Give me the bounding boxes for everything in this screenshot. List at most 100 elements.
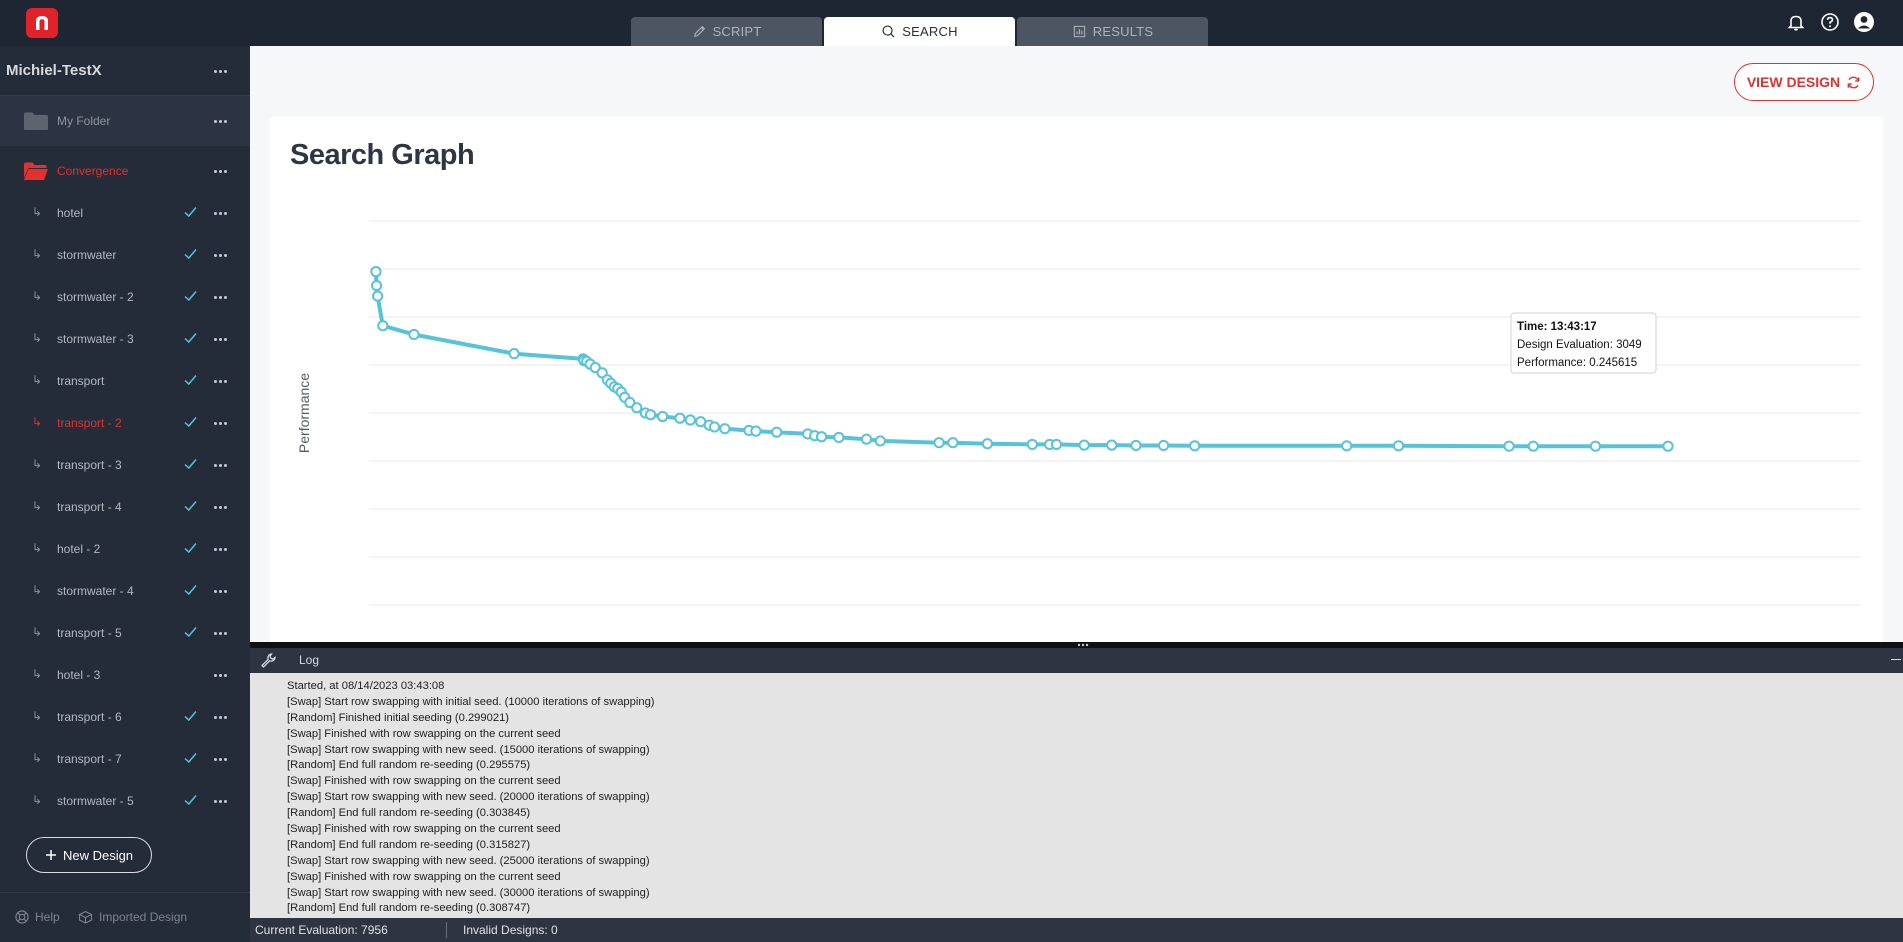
app-logo[interactable] [26, 8, 58, 38]
log-title: Log [299, 653, 320, 667]
design-menu-button[interactable] [209, 626, 231, 640]
notifications-button[interactable] [1785, 11, 1807, 33]
top-actions [1785, 11, 1875, 33]
design-menu-button[interactable] [209, 794, 231, 808]
design-item[interactable]: ↳ transport - 2 [0, 402, 250, 444]
design-menu-button[interactable] [209, 584, 231, 598]
log-line: [Random] End full random re-seeding (0.3… [287, 807, 531, 820]
checkmark-icon [184, 459, 197, 470]
log-line: [Swap] Start row swapping with new seed.… [287, 886, 650, 899]
folder-open-icon [24, 162, 48, 180]
design-item[interactable]: ↳ transport - 4 [0, 486, 250, 528]
checkmark-icon [184, 417, 197, 428]
checkmark-icon [184, 249, 197, 260]
design-item-label: hotel [57, 206, 84, 220]
child-arrow-icon: ↳ [32, 373, 43, 387]
tab-script[interactable]: SCRIPT [631, 17, 822, 46]
design-menu-button[interactable] [209, 710, 231, 724]
data-point [371, 279, 383, 292]
new-design-label: New Design [62, 847, 134, 863]
data-point [860, 433, 873, 445]
logo-icon [36, 16, 48, 30]
imported-design-link[interactable]: Imported Design [78, 910, 187, 924]
search-graph-chart: PerformanceDesign EvaluationTime: 13:43:… [296, 220, 1860, 606]
design-menu-button[interactable] [209, 542, 231, 556]
checkmark-icon [184, 501, 197, 512]
folder-icon [24, 112, 48, 130]
folder-my-folder[interactable]: My Folder [0, 96, 250, 146]
design-item[interactable]: ↳ stormwater [0, 234, 250, 276]
design-item-label: transport - 4 [57, 500, 122, 514]
data-point [947, 437, 959, 449]
help-circle-icon [1821, 13, 1839, 31]
new-design-button[interactable]: New Design [26, 837, 152, 873]
design-item[interactable]: ↳ transport - 7 [0, 738, 250, 780]
design-item[interactable]: ↳ transport - 3 [0, 444, 250, 486]
design-item[interactable]: ↳ stormwater - 3 [0, 318, 250, 360]
design-item[interactable]: ↳ hotel - 3 [0, 654, 250, 696]
design-item[interactable]: ↳ hotel - 2 [0, 528, 250, 570]
child-arrow-icon: ↳ [32, 331, 43, 345]
checkmark-icon [184, 207, 197, 218]
data-point [933, 437, 945, 449]
data-point [815, 431, 828, 443]
design-menu-button[interactable] [209, 752, 231, 766]
help-button[interactable] [1819, 11, 1841, 33]
design-item-label: stormwater - 3 [57, 332, 134, 346]
design-item-label: stormwater - 5 [57, 794, 134, 808]
design-item[interactable]: ↳ transport [0, 360, 250, 402]
design-item[interactable]: ↳ hotel [0, 192, 250, 234]
design-menu-button[interactable] [209, 458, 231, 472]
tooltip-time: Time: 13:43:17 [1517, 321, 1597, 333]
folder-menu-button[interactable] [209, 114, 231, 128]
design-item[interactable]: ↳ stormwater - 5 [0, 780, 250, 822]
data-point [644, 409, 657, 421]
design-item[interactable]: ↳ transport - 6 [0, 696, 250, 738]
design-menu-button[interactable] [209, 500, 231, 514]
minimize-log-button[interactable] [1891, 659, 1901, 660]
log-line: [Swap] Finished with row swapping on the… [287, 775, 561, 788]
design-menu-button[interactable] [209, 416, 231, 430]
checkmark-icon [184, 291, 197, 302]
folder-menu-button[interactable] [209, 164, 231, 178]
data-point [631, 402, 643, 414]
sidebar-footer: Help Imported Design [0, 892, 250, 942]
design-menu-button[interactable] [209, 668, 231, 682]
project-menu-button[interactable] [209, 64, 231, 78]
lifebuoy-icon [15, 910, 29, 924]
checkmark-icon [184, 585, 197, 596]
pencil-icon [693, 25, 705, 37]
folder-convergence[interactable]: Convergence [0, 146, 250, 196]
tab-results[interactable]: RESULTS [1017, 17, 1208, 46]
import-box-icon [78, 910, 93, 924]
checkmark-icon [184, 375, 197, 386]
data-point [719, 423, 731, 435]
log-line: Started, at 08/14/2023 03:43:08 [287, 680, 445, 692]
design-menu-button[interactable] [209, 248, 231, 262]
folder-label: Convergence [57, 164, 129, 178]
log-line: [Random] End full random re-seeding (0.3… [287, 838, 531, 851]
child-arrow-icon: ↳ [32, 667, 43, 681]
design-menu-button[interactable] [209, 206, 231, 220]
view-design-label: VIEW DESIGN [1746, 74, 1841, 90]
data-point [1341, 440, 1353, 452]
data-point [833, 431, 845, 444]
design-menu-button[interactable] [209, 374, 231, 388]
design-item[interactable]: ↳ stormwater - 4 [0, 570, 250, 612]
data-point [708, 421, 721, 433]
data-point [408, 328, 420, 341]
help-link[interactable]: Help [15, 910, 60, 924]
data-point [1189, 440, 1201, 452]
design-menu-button[interactable] [209, 332, 231, 346]
series-line [373, 271, 1668, 449]
design-item-label: transport - 3 [57, 458, 122, 472]
tab-search[interactable]: SEARCH [824, 17, 1015, 46]
imported-design-label: Imported Design [99, 910, 188, 924]
design-item[interactable]: ↳ transport - 5 [0, 612, 250, 654]
design-menu-button[interactable] [209, 290, 231, 304]
view-design-button[interactable]: VIEW DESIGN [1734, 63, 1874, 101]
account-button[interactable] [1853, 11, 1875, 33]
data-point [1158, 439, 1170, 452]
search-icon [882, 25, 895, 38]
design-item[interactable]: ↳ stormwater - 2 [0, 276, 250, 318]
